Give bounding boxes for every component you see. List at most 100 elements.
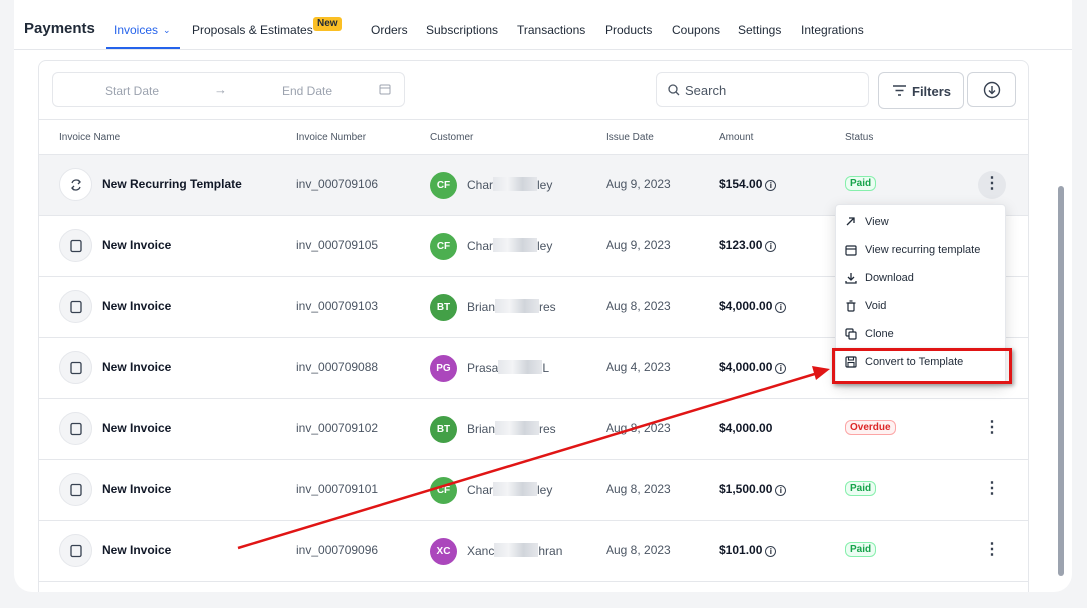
filters-button[interactable]: Filters xyxy=(878,72,964,109)
more-options-icon[interactable]: ⋮ xyxy=(978,537,1006,565)
amount: $1,500.00 i xyxy=(719,482,787,496)
document-icon xyxy=(59,351,92,384)
tab-proposals-estimates[interactable]: Proposals & Estimates xyxy=(192,23,313,37)
col-invoice-name: Invoice Name xyxy=(59,132,121,143)
invoice-number: inv_000709105 xyxy=(296,238,379,252)
invoice-name[interactable]: New Recurring Template xyxy=(102,177,242,191)
download-circle-icon xyxy=(983,81,1001,99)
new-badge: New xyxy=(313,17,342,31)
tab-transactions[interactable]: Transactions xyxy=(517,23,585,37)
search-input[interactable]: Search xyxy=(656,72,869,107)
menu-item-clone[interactable]: Clone xyxy=(836,321,1007,347)
avatar: BT xyxy=(430,294,457,321)
calendar-repeat-icon xyxy=(845,245,857,256)
info-icon[interactable]: i xyxy=(765,241,777,252)
invoice-number: inv_000709088 xyxy=(296,360,379,374)
tab-coupons[interactable]: Coupons xyxy=(672,23,720,37)
date-range-picker[interactable]: Start Date → End Date xyxy=(52,72,405,107)
amount: $4,000.00 i xyxy=(719,360,787,374)
customer-name: Char ley xyxy=(467,482,553,497)
tab-subscriptions[interactable]: Subscriptions xyxy=(426,23,498,37)
search-icon xyxy=(668,84,680,96)
amount: $4,000.00 i xyxy=(719,299,787,313)
more-options-icon[interactable]: ⋮ xyxy=(978,476,1006,504)
more-options-icon[interactable]: ⋮ xyxy=(978,171,1006,199)
issue-date: Aug 8, 2023 xyxy=(606,299,671,313)
menu-item-view[interactable]: View xyxy=(836,209,1007,235)
arrow-up-right-icon xyxy=(846,217,855,226)
document-icon xyxy=(59,534,92,567)
avatar: CF xyxy=(430,172,457,199)
annotation-highlight-box xyxy=(832,348,1012,384)
menu-item-label: Download xyxy=(865,272,914,284)
search-placeholder: Search xyxy=(685,83,727,98)
issue-date: Aug 9, 2023 xyxy=(606,177,671,191)
amount: $4,000.00 xyxy=(719,421,773,435)
customer-name: Xanc hran xyxy=(467,543,563,558)
avatar: PG xyxy=(430,355,457,382)
invoice-name[interactable]: New Invoice xyxy=(102,421,171,435)
customer-name: Char ley xyxy=(467,177,553,192)
amount: $123.00 i xyxy=(719,238,777,252)
arrow-right-icon: → xyxy=(214,82,227,97)
info-icon[interactable]: i xyxy=(775,302,787,313)
info-icon[interactable]: i xyxy=(775,485,787,496)
customer-name: Brian res xyxy=(467,299,556,314)
info-icon[interactable]: i xyxy=(775,363,787,374)
filters-label: Filters xyxy=(912,84,952,99)
amount: $154.00 i xyxy=(719,177,777,191)
tab-products[interactable]: Products xyxy=(605,23,652,37)
customer-name: Char ley xyxy=(467,238,553,253)
menu-item-void[interactable]: Void xyxy=(836,293,1007,319)
invoice-name[interactable]: New Invoice xyxy=(102,238,171,252)
invoice-name[interactable]: New Invoice xyxy=(102,299,171,313)
menu-item-download[interactable]: Download xyxy=(836,265,1007,291)
invoice-number: inv_000709101 xyxy=(296,482,379,496)
issue-date: Aug 8, 2023 xyxy=(606,482,671,496)
amount: $101.00 i xyxy=(719,543,777,557)
brand-title: Payments xyxy=(24,20,95,37)
status-badge: Paid xyxy=(845,542,877,557)
tab-orders[interactable]: Orders xyxy=(371,23,408,37)
document-icon xyxy=(59,290,92,323)
avatar: BT xyxy=(430,416,457,443)
start-date-placeholder: Start Date xyxy=(105,84,160,98)
table-row[interactable]: New Invoice inv_000709101 CF Char ley Aug… xyxy=(39,460,1028,521)
table-row[interactable]: New Invoice inv_000709096 XC Xanc hran Au… xyxy=(39,521,1028,582)
avatar: CF xyxy=(430,233,457,260)
menu-item-label: Clone xyxy=(865,328,894,340)
issue-date: Aug 9, 2023 xyxy=(606,238,671,252)
document-icon xyxy=(59,412,92,445)
recurring-icon xyxy=(59,168,92,201)
tab-invoices[interactable]: Invoices ⌄ xyxy=(114,23,171,37)
invoice-number: inv_000709102 xyxy=(296,421,379,435)
export-button[interactable] xyxy=(967,72,1016,107)
tab-settings[interactable]: Settings xyxy=(738,23,781,37)
customer-name: Prasa L xyxy=(467,360,550,375)
menu-item-view-recurring-template[interactable]: View recurring template xyxy=(836,237,1007,263)
invoice-name[interactable]: New Invoice xyxy=(102,482,171,496)
table-row[interactable]: New Invoice inv_000709102 BT Brian res Au… xyxy=(39,399,1028,460)
tab-integrations[interactable]: Integrations xyxy=(801,23,864,37)
invoice-number: inv_000709106 xyxy=(296,177,379,191)
invoice-name[interactable]: New Invoice xyxy=(102,360,171,374)
invoice-name[interactable]: New Invoice xyxy=(102,543,171,557)
scrollbar[interactable] xyxy=(1058,186,1064,576)
issue-date: Aug 4, 2023 xyxy=(606,360,671,374)
download-icon xyxy=(845,273,857,284)
menu-item-label: View xyxy=(865,216,889,228)
more-options-icon[interactable]: ⋮ xyxy=(978,415,1006,443)
info-icon[interactable]: i xyxy=(765,546,777,557)
status-badge: Paid xyxy=(845,176,877,191)
menu-item-label: View recurring template xyxy=(865,244,981,256)
issue-date: Aug 8, 2023 xyxy=(606,543,671,557)
active-tab-indicator xyxy=(106,47,180,49)
col-customer: Customer xyxy=(430,132,474,143)
table-header: Invoice Name Invoice Number Customer Iss… xyxy=(39,119,1028,155)
info-icon[interactable]: i xyxy=(765,180,777,191)
avatar: CF xyxy=(430,477,457,504)
copy-icon xyxy=(845,328,857,340)
issue-date: Aug 8, 2023 xyxy=(606,421,671,435)
top-nav: Payments Invoices ⌄ Proposals & Estimates… xyxy=(14,0,1072,50)
filter-icon xyxy=(893,85,906,96)
